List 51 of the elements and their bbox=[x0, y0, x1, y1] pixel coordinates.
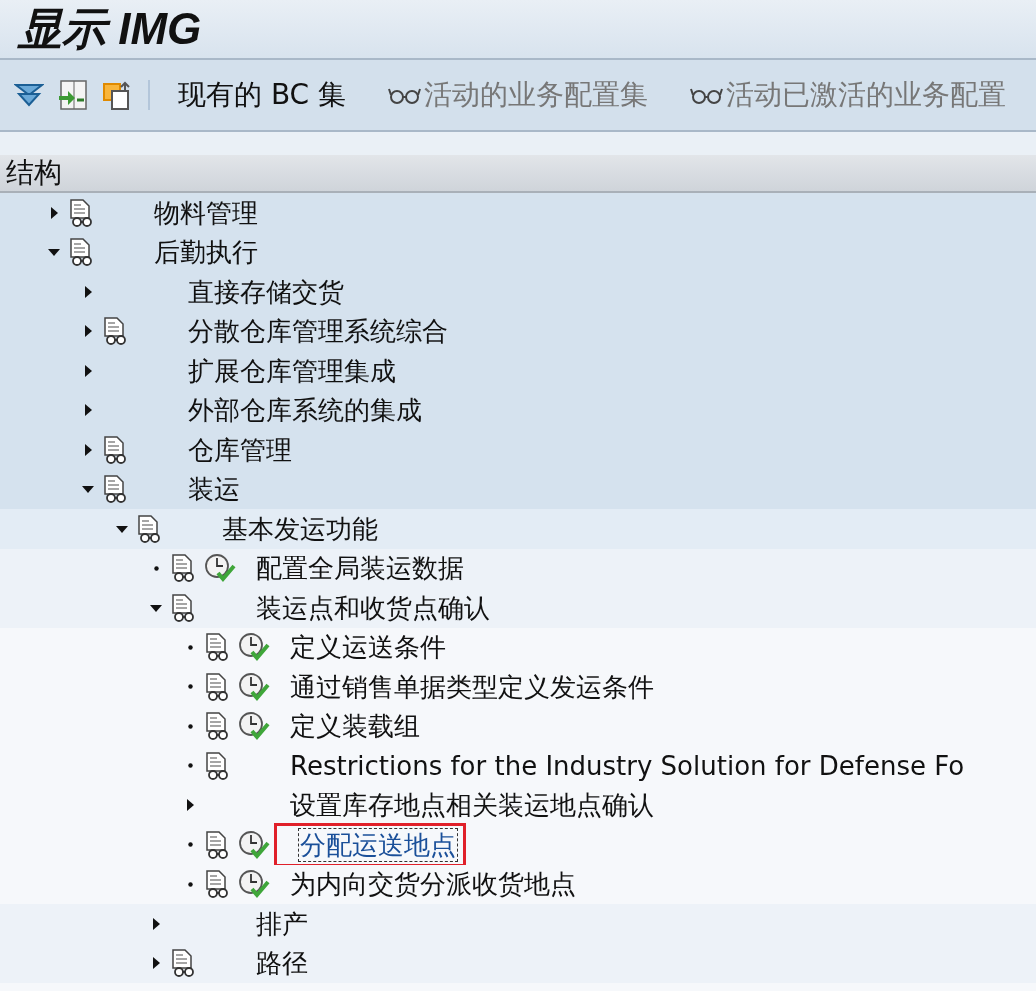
bullet-icon bbox=[187, 684, 193, 690]
expand-arrow-icon[interactable] bbox=[151, 956, 161, 971]
tree-node-label[interactable]: 配置全局装运数据 bbox=[254, 551, 466, 586]
window-title: 显示 IMG bbox=[18, 2, 202, 55]
tree-node-label[interactable]: 定义装载组 bbox=[288, 709, 422, 744]
tree-node-label[interactable]: 分配运送地点 bbox=[298, 827, 458, 862]
bullet-icon bbox=[187, 881, 193, 887]
tree-node-label[interactable]: 路径 bbox=[254, 946, 310, 981]
tree-node-label[interactable]: 直接存储交货 bbox=[186, 274, 346, 309]
tree-node-label[interactable]: 扩展仓库管理集成 bbox=[186, 353, 398, 388]
expand-arrow-icon[interactable] bbox=[83, 324, 93, 339]
tree-node-label[interactable]: Restrictions for the Industry Solution for Defense Fo bbox=[288, 748, 967, 783]
bullet-icon bbox=[187, 842, 193, 848]
collapse-arrow-icon[interactable] bbox=[149, 602, 163, 613]
tree-node-label[interactable]: 通过销售单据类型定义发运条件 bbox=[288, 669, 656, 704]
expand-arrow-icon[interactable] bbox=[151, 916, 161, 931]
tree-node-label[interactable]: 基本发运功能 bbox=[220, 511, 380, 546]
tree-node-label[interactable]: 排产 bbox=[254, 906, 310, 941]
tree-node-label[interactable]: 物料管理 bbox=[152, 195, 260, 230]
clock-check-icon[interactable] bbox=[238, 711, 270, 742]
tree-node-label[interactable]: 定义运送条件 bbox=[288, 630, 448, 665]
toolbar-button[interactable]: 现有的 BC 集 bbox=[174, 76, 351, 114]
tree-node-label[interactable]: 仓库管理 bbox=[186, 432, 294, 467]
bullet-icon bbox=[187, 644, 193, 650]
bullet-icon bbox=[153, 565, 159, 571]
expand-arrow-icon[interactable] bbox=[83, 363, 93, 378]
expand-arrow-icon[interactable] bbox=[83, 284, 93, 299]
bullet-icon bbox=[187, 763, 193, 769]
expand-arrow-icon[interactable] bbox=[83, 403, 93, 418]
clock-check-icon[interactable] bbox=[204, 553, 236, 584]
tree-node-label[interactable]: 设置库存地点相关装运地点确认 bbox=[288, 788, 656, 823]
tree-node-label[interactable]: 后勤执行 bbox=[152, 235, 260, 270]
clock-check-icon[interactable] bbox=[238, 632, 270, 663]
tree-node-label[interactable]: 为内向交货分派收货地点 bbox=[288, 867, 578, 902]
bullet-icon bbox=[187, 723, 193, 729]
tree-node-label[interactable]: 分散仓库管理系统综合 bbox=[186, 314, 450, 349]
copy-document-icon[interactable] bbox=[102, 79, 132, 111]
tree-node-label[interactable]: 装运 bbox=[186, 472, 242, 507]
clock-check-icon[interactable] bbox=[238, 671, 270, 702]
clock-check-icon[interactable] bbox=[238, 829, 270, 860]
expand-arrow-icon[interactable] bbox=[185, 798, 195, 813]
tree-node-label[interactable]: 装运点和收货点确认 bbox=[254, 590, 492, 625]
column-header: 结构 bbox=[6, 155, 62, 191]
tree-node-label[interactable]: 外部仓库系统的集成 bbox=[186, 393, 424, 428]
double-chevron-down-icon[interactable] bbox=[14, 82, 44, 108]
collapse-arrow-icon[interactable] bbox=[47, 247, 61, 258]
collapse-arrow-icon[interactable] bbox=[115, 523, 129, 534]
clock-check-icon[interactable] bbox=[238, 869, 270, 900]
expand-arrow-icon[interactable] bbox=[83, 442, 93, 457]
collapse-arrow-icon[interactable] bbox=[81, 484, 95, 495]
expand-arrow-icon[interactable] bbox=[49, 205, 59, 220]
